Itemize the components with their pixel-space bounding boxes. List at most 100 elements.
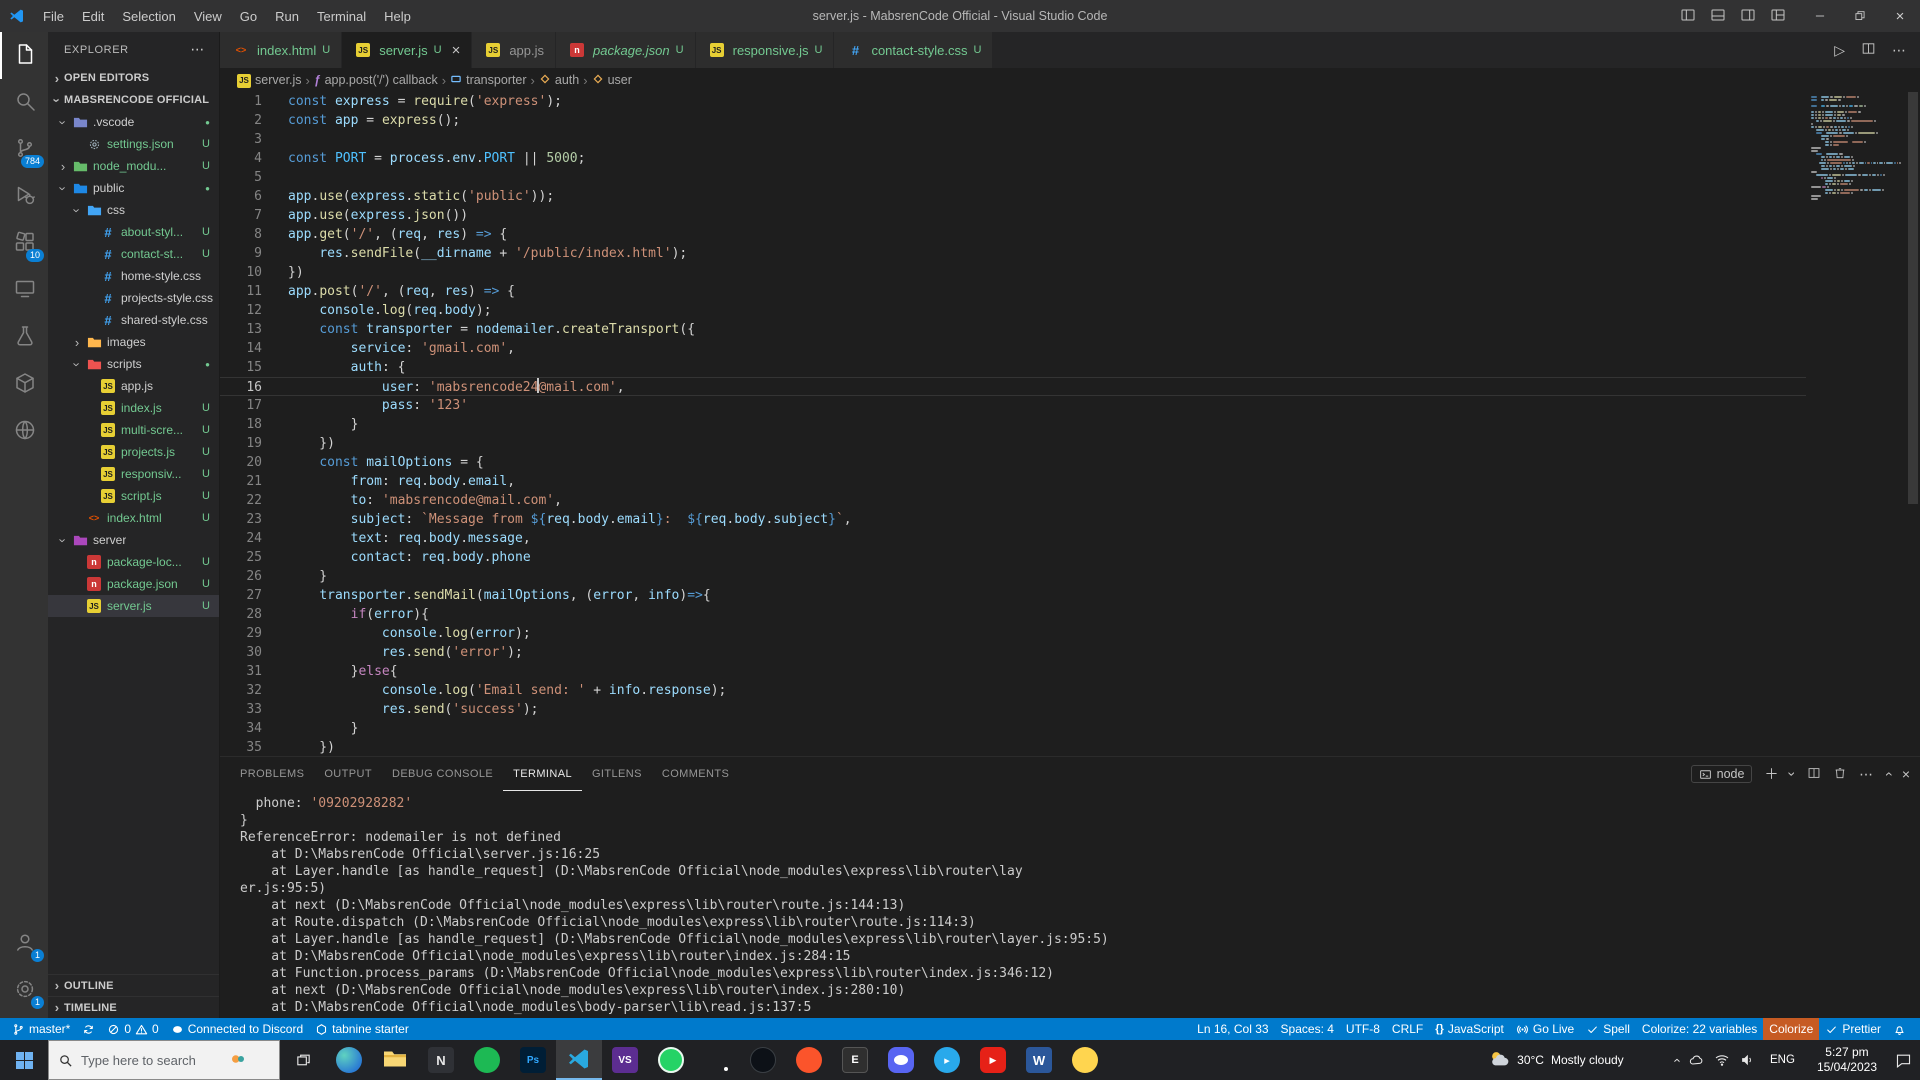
status-tabnine[interactable]: tabnine starter [309, 1018, 415, 1040]
task-view-button[interactable] [280, 1040, 326, 1080]
folder-node-modu[interactable]: ›node_modu...U [48, 155, 219, 177]
code-line[interactable]: 7app.use(express.json()) [220, 206, 1806, 225]
code-line[interactable]: 17 pass: '123' [220, 396, 1806, 415]
cloud-icon[interactable] [1688, 1052, 1704, 1068]
panel-tab-debug-console[interactable]: DEBUG CONSOLE [382, 757, 503, 791]
tab-contact-style-css[interactable]: #contact-style.cssU [834, 32, 993, 68]
file-about-styl[interactable]: #about-styl...U [48, 221, 219, 243]
tab-package-json[interactable]: npackage.jsonU [556, 32, 696, 68]
panel-tab-gitlens[interactable]: GITLENS [582, 757, 652, 791]
taskbar-app-chrome[interactable] [694, 1040, 740, 1080]
code-line[interactable]: 33 res.send('success'); [220, 700, 1806, 719]
breadcrumb-item[interactable]: ƒapp.post('/') callback [314, 73, 438, 87]
minimize-button[interactable] [1800, 0, 1840, 32]
code-line[interactable]: 27 transporter.sendMail(mailOptions, (er… [220, 586, 1806, 605]
taskbar-app-spotify[interactable] [464, 1040, 510, 1080]
action-center-icon[interactable] [1895, 1052, 1912, 1069]
scrollbar-thumb[interactable] [1908, 92, 1918, 504]
close-button[interactable]: × [1880, 0, 1920, 32]
tray-expand-icon[interactable]: › [1668, 1058, 1683, 1062]
code-line[interactable]: 13 const transporter = nodemailer.create… [220, 320, 1806, 339]
code-line[interactable]: 32 console.log('Email send: ' + info.res… [220, 681, 1806, 700]
code-line[interactable]: 15 auth: { [220, 358, 1806, 377]
code-line[interactable]: 14 service: 'gmail.com', [220, 339, 1806, 358]
tab-index-html[interactable]: <>index.htmlU [220, 32, 342, 68]
split-terminal-button[interactable] [1807, 766, 1821, 783]
folder-css[interactable]: ›css [48, 199, 219, 221]
code-line[interactable]: 34 } [220, 719, 1806, 738]
code-line[interactable]: 35 }) [220, 738, 1806, 756]
network-icon[interactable] [1714, 1052, 1730, 1068]
file-multi-scre[interactable]: JSmulti-scre...U [48, 419, 219, 441]
status-discord[interactable]: Connected to Discord [165, 1018, 309, 1040]
menu-go[interactable]: Go [231, 0, 266, 32]
taskbar-app-lightbulb[interactable] [1062, 1040, 1108, 1080]
start-button[interactable] [0, 1040, 48, 1080]
code-line[interactable]: 22 to: 'mabsrencode@mail.com', [220, 491, 1806, 510]
code-line[interactable]: 31 }else{ [220, 662, 1806, 681]
menu-selection[interactable]: Selection [113, 0, 184, 32]
close-icon[interactable]: × [452, 42, 461, 59]
maximize-panel-icon[interactable]: › [1879, 772, 1895, 777]
toggle-panel-icon[interactable] [1710, 7, 1726, 26]
taskbar-app-youtube[interactable]: ▶ [970, 1040, 1016, 1080]
code-line[interactable]: 29 console.log(error); [220, 624, 1806, 643]
panel-tab-problems[interactable]: PROBLEMS [230, 757, 314, 791]
timeline-section[interactable]: › TIMELINE [48, 996, 219, 1018]
code-line[interactable]: 16 user: 'mabsrencode24@mail.com', [220, 377, 1806, 396]
code-line[interactable]: 4const PORT = process.env.PORT || 5000; [220, 149, 1806, 168]
status-encoding[interactable]: UTF-8 [1340, 1018, 1386, 1040]
panel-tab-comments[interactable]: COMMENTS [652, 757, 739, 791]
taskbar-app-notepad[interactable]: N [418, 1040, 464, 1080]
new-terminal-button[interactable]: ＋ [1764, 764, 1778, 784]
volume-icon[interactable] [1740, 1052, 1756, 1068]
code-line[interactable]: 19 }) [220, 434, 1806, 453]
kill-terminal-button[interactable] [1833, 766, 1847, 783]
file-app-js[interactable]: JSapp.js [48, 375, 219, 397]
code-line[interactable]: 30 res.send('error'); [220, 643, 1806, 662]
code-line[interactable]: 8app.get('/', (req, res) => { [220, 225, 1806, 244]
close-panel-icon[interactable]: × [1902, 766, 1910, 782]
taskbar-app-github[interactable] [740, 1040, 786, 1080]
menu-file[interactable]: File [34, 0, 73, 32]
file-script-js[interactable]: JSscript.jsU [48, 485, 219, 507]
status-sync[interactable] [76, 1018, 101, 1040]
workspace-section[interactable]: › MABSRENCODE OFFICIAL [48, 89, 219, 111]
customize-layout-icon[interactable] [1770, 7, 1786, 26]
activity-remote-explorer[interactable] [0, 267, 48, 314]
open-editors-section[interactable]: › OPEN EDITORS [48, 67, 219, 89]
menu-help[interactable]: Help [375, 0, 420, 32]
folder-server[interactable]: ›server [48, 529, 219, 551]
status-git-branch[interactable]: master* [6, 1018, 76, 1040]
activity-testing[interactable] [0, 314, 48, 361]
status-prettier[interactable]: Prettier [1819, 1018, 1887, 1040]
breadcrumb-item[interactable]: JSserver.js [237, 72, 302, 88]
outline-section[interactable]: › OUTLINE [48, 974, 219, 996]
activity-explorer[interactable] [0, 32, 48, 79]
file-server-js[interactable]: JSserver.jsU [48, 595, 219, 617]
tab-app-js[interactable]: JSapp.js [472, 32, 556, 68]
panel-tab-output[interactable]: OUTPUT [314, 757, 382, 791]
code-line[interactable]: 10}) [220, 263, 1806, 282]
status-colorize-info[interactable]: Colorize: 22 variables [1636, 1018, 1763, 1040]
folder-public[interactable]: ›public● [48, 177, 219, 199]
taskbar-app-file-explorer[interactable] [372, 1040, 418, 1080]
code-line[interactable]: 1const express = require('express'); [220, 92, 1806, 111]
activity-extensions[interactable]: 10 [0, 220, 48, 267]
code-line[interactable]: 12 console.log(req.body); [220, 301, 1806, 320]
status-indentation[interactable]: Spaces: 4 [1275, 1018, 1340, 1040]
taskbar-app-visual-studio[interactable]: VS [602, 1040, 648, 1080]
tab-server-js[interactable]: JSserver.jsU× [342, 32, 472, 68]
taskbar-app-telegram[interactable]: ▸ [924, 1040, 970, 1080]
taskbar-app-photoshop[interactable]: Ps [510, 1040, 556, 1080]
file-contact-st[interactable]: #contact-st...U [48, 243, 219, 265]
code-line[interactable]: 3 [220, 130, 1806, 149]
menu-terminal[interactable]: Terminal [308, 0, 375, 32]
menu-edit[interactable]: Edit [73, 0, 113, 32]
file-projects-js[interactable]: JSprojects.jsU [48, 441, 219, 463]
toggle-sidebar-icon[interactable] [1680, 7, 1696, 26]
code-line[interactable]: 6app.use(express.static('public')); [220, 187, 1806, 206]
taskbar-app-whatsapp[interactable] [648, 1040, 694, 1080]
clock[interactable]: 5:27 pm 15/04/2023 [1809, 1045, 1885, 1075]
file-home-style-css[interactable]: #home-style.css [48, 265, 219, 287]
